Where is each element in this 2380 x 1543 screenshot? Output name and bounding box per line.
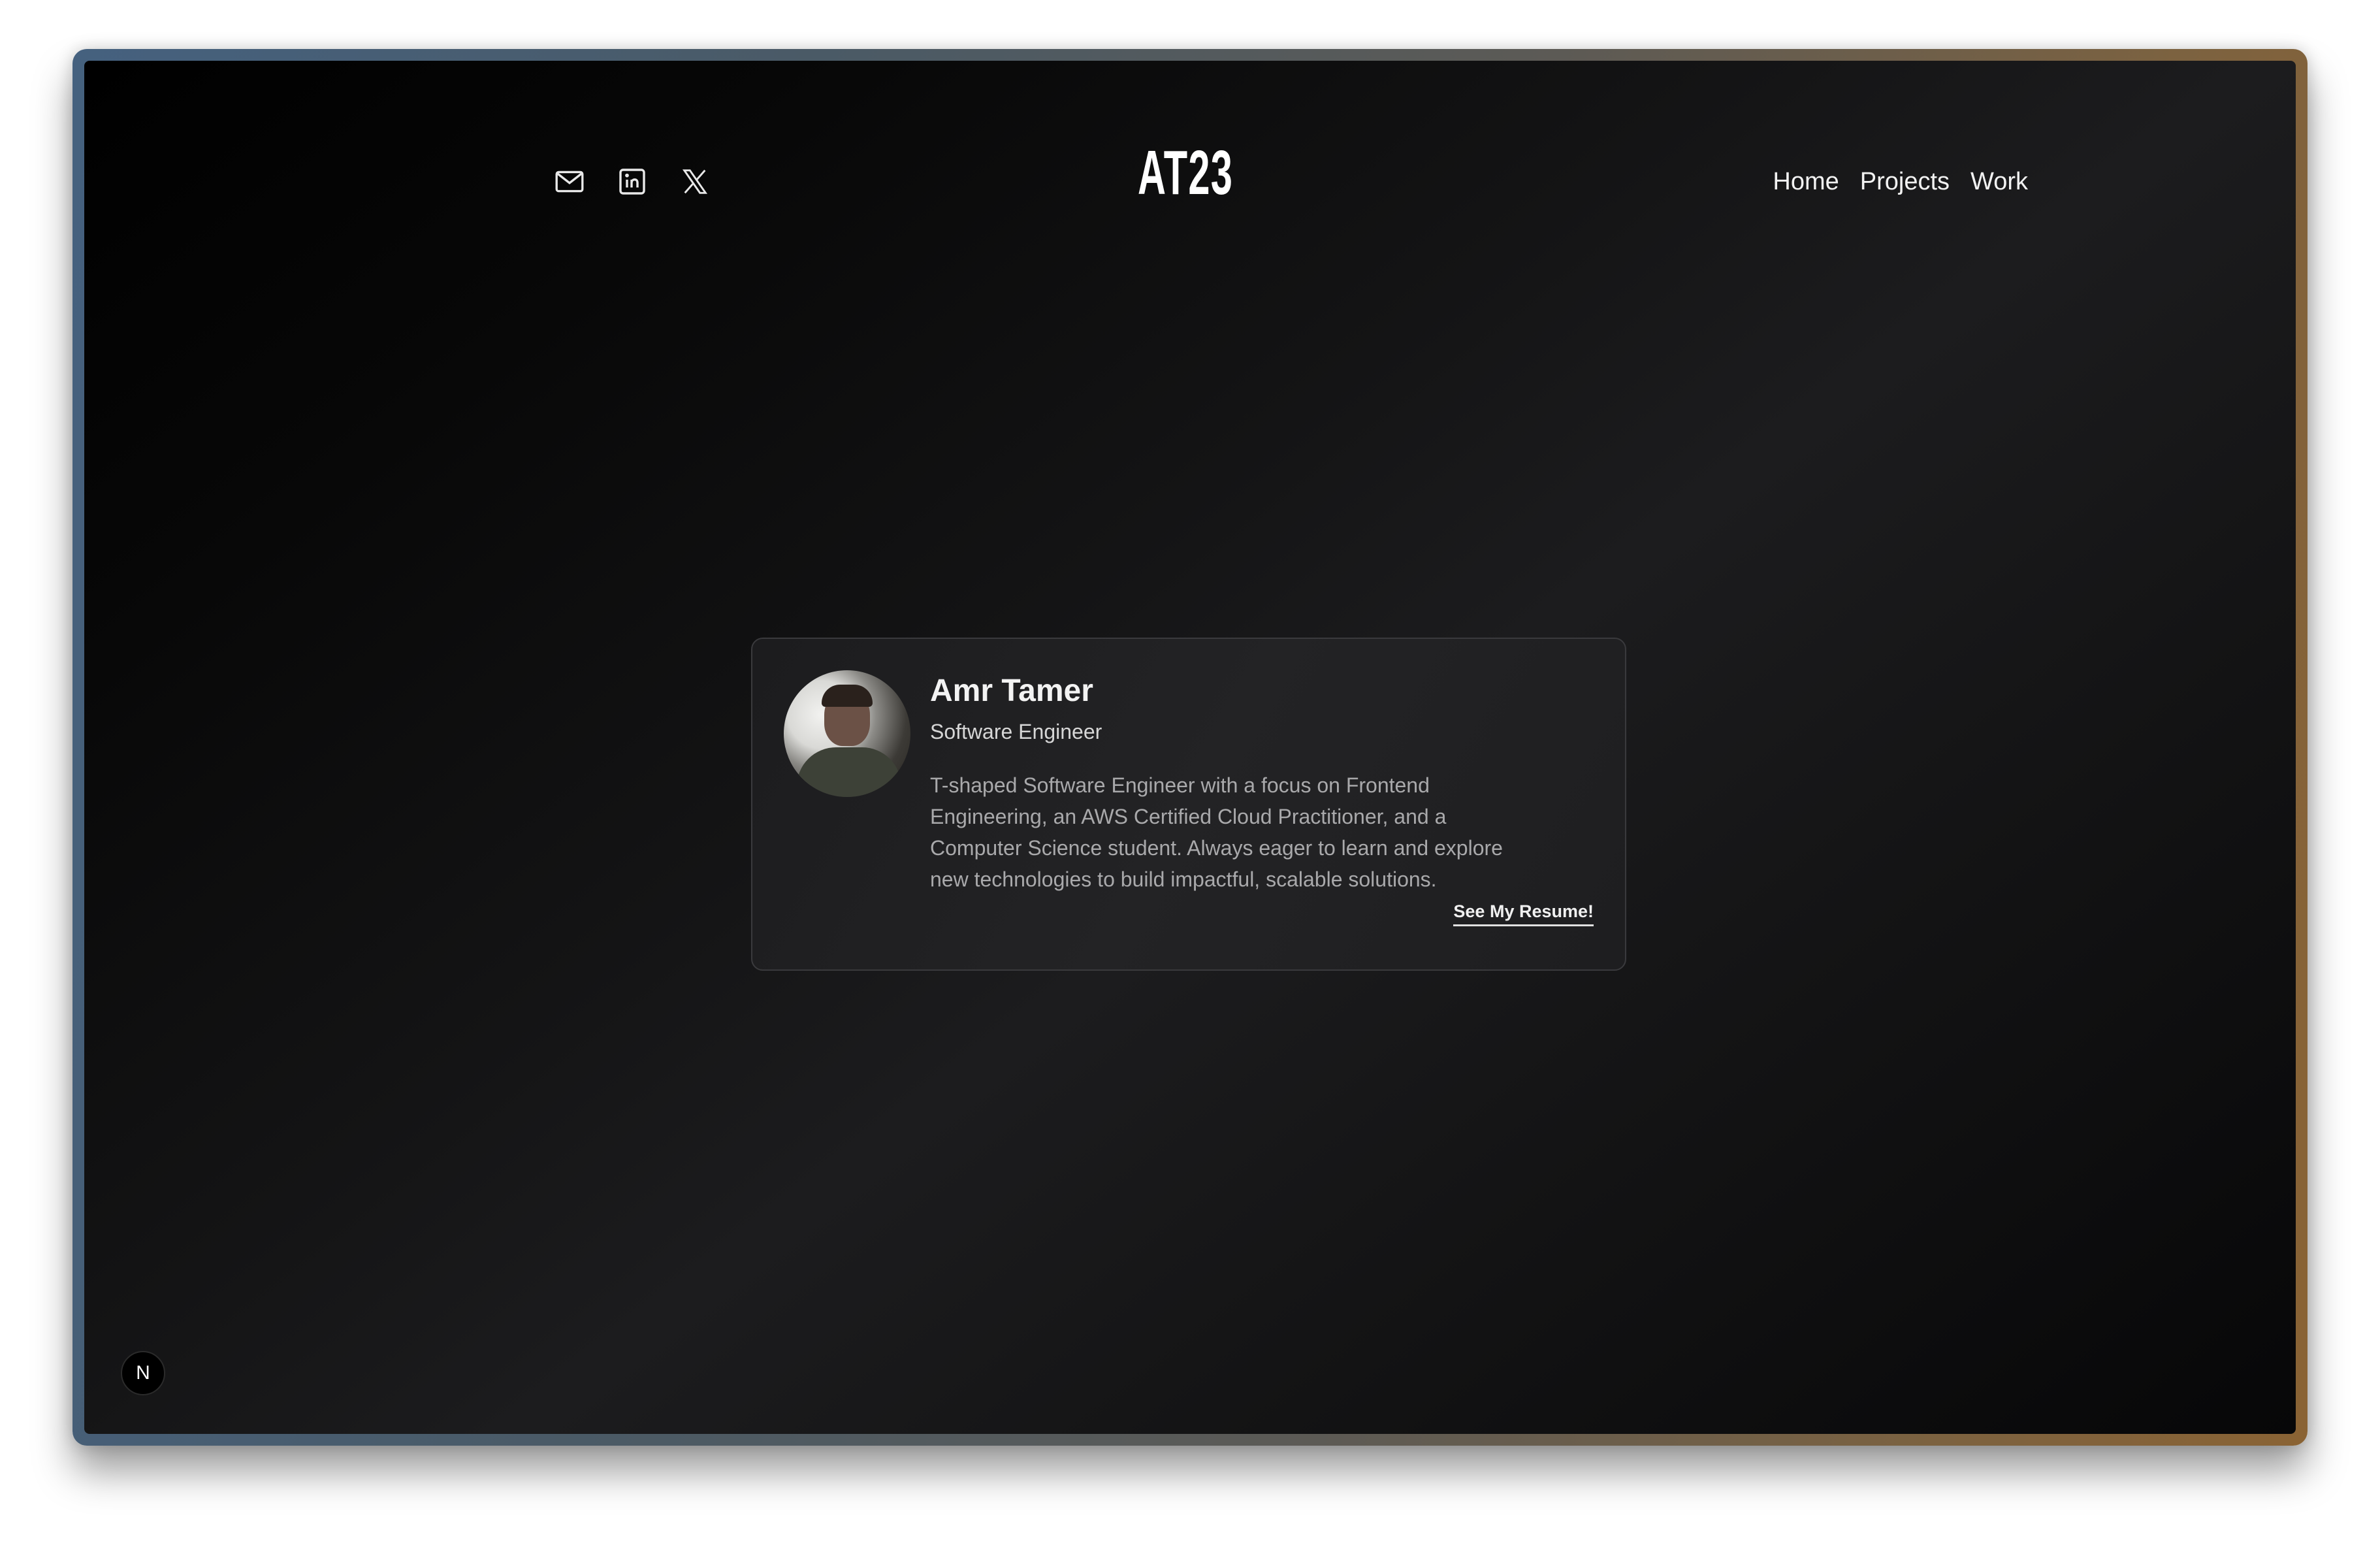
- x-icon: [682, 169, 708, 194]
- profile-bio: T-shaped Software Engineer with a focus …: [930, 773, 1503, 891]
- profile-card: Amr Tamer Software Engineer T-shaped Sof…: [751, 638, 1626, 971]
- main-nav: Home Projects Work: [1773, 168, 2028, 196]
- page: AT23 Home Projects Work Amr Tamer Softwa…: [84, 61, 2296, 1434]
- nav-work[interactable]: Work: [1970, 168, 2028, 196]
- social-links: [553, 165, 711, 198]
- mail-link[interactable]: [553, 165, 586, 198]
- site-logo[interactable]: AT23: [1125, 142, 1246, 204]
- x-link[interactable]: [679, 165, 711, 198]
- window-frame: AT23 Home Projects Work Amr Tamer Softwa…: [72, 49, 2308, 1446]
- linkedin-icon: [619, 169, 645, 195]
- avatar: [784, 670, 910, 797]
- resume-link[interactable]: See My Resume!: [1453, 901, 1594, 926]
- nav-projects[interactable]: Projects: [1860, 168, 1950, 196]
- profile-name: Amr Tamer: [930, 674, 1093, 708]
- mail-icon: [555, 171, 584, 193]
- nextjs-dev-badge[interactable]: N: [121, 1351, 165, 1395]
- nav-home[interactable]: Home: [1773, 168, 1839, 196]
- linkedin-link[interactable]: [616, 165, 649, 198]
- nextjs-icon: N: [136, 1362, 150, 1384]
- profile-role: Software Engineer: [930, 720, 1102, 743]
